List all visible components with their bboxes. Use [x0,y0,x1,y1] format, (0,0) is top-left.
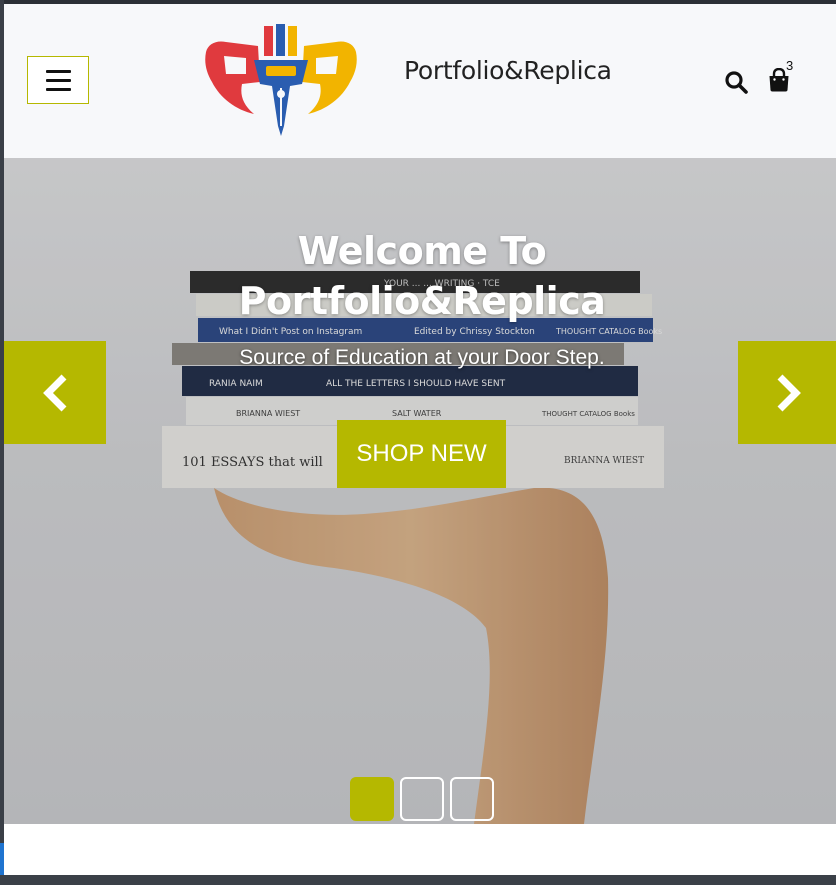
menu-toggle-button[interactable] [27,56,89,104]
hero-title-line1: Welcome To [297,229,547,273]
site-logo[interactable] [202,22,360,140]
site-header: Portfolio&Replica 3 [4,4,836,158]
hero-title-line2: Portfolio&Replica [238,279,606,323]
os-taskbar [0,875,836,885]
browser-viewport: Portfolio&Replica 3 YOUR ... ... WRITING… [4,4,836,875]
hero-title: Welcome To Portfolio&Replica [4,226,836,326]
slider-dot-3[interactable] [450,777,494,821]
hamburger-menu-icon [45,69,71,73]
chevron-left-icon [43,374,67,411]
slider-pagination [350,777,494,821]
slider-prev-button[interactable] [4,341,106,444]
hamburger-menu-icon [45,78,71,82]
slider-dot-2[interactable] [400,777,444,821]
hamburger-menu-icon [45,87,71,91]
hero-slider: YOUR ... ... WRITING · TCE What I Didn't… [4,158,836,824]
slider-next-button[interactable] [738,341,836,444]
brand-name[interactable]: Portfolio&Replica [404,56,612,85]
content-below-hero [4,824,836,875]
search-icon[interactable] [724,70,748,94]
hero-subtitle: Source of Education at your Door Step. [239,346,605,369]
cart-count-badge: 3 [786,58,794,73]
shop-new-button[interactable]: SHOP NEW [337,420,506,488]
chevron-right-icon [777,374,801,411]
slider-dot-1[interactable] [350,777,394,821]
